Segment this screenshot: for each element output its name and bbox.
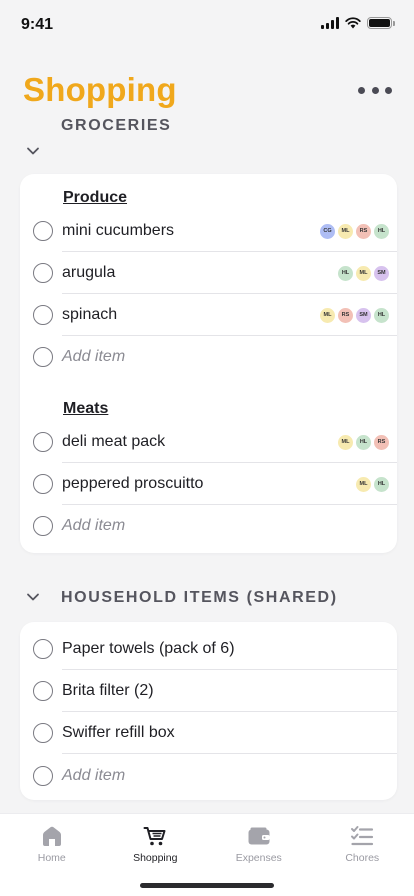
add-item-row[interactable]: Add item xyxy=(20,336,397,378)
assignee-badge: ML xyxy=(356,266,371,281)
household-card: Paper towels (pack of 6) Brita filter (2… xyxy=(20,622,397,800)
tab-label: Home xyxy=(37,852,66,864)
item-label: Brita filter (2) xyxy=(62,682,154,699)
add-item-row[interactable]: Add item xyxy=(20,755,397,797)
item-label: spinach xyxy=(62,306,118,323)
assignee-badge: SM xyxy=(374,266,389,281)
group-title-produce: Produce xyxy=(63,189,128,206)
status-time: 9:41 xyxy=(21,16,54,33)
battery-icon xyxy=(367,17,395,29)
tab-label: Expenses xyxy=(235,852,282,864)
page-title: Shopping xyxy=(23,71,177,108)
tab-shopping[interactable]: Shopping xyxy=(104,814,208,874)
checkbox[interactable] xyxy=(33,723,53,743)
assignee-badge: RS xyxy=(356,224,371,239)
tab-label: Chores xyxy=(345,852,380,864)
checkbox[interactable] xyxy=(33,474,53,494)
more-horizontal-icon xyxy=(358,86,365,94)
add-item-label: Add item xyxy=(62,767,126,784)
checkbox[interactable] xyxy=(33,347,53,367)
tab-chores[interactable]: Chores xyxy=(311,814,414,874)
status-icons xyxy=(321,17,395,29)
wallet-icon xyxy=(248,827,270,845)
tab-expenses[interactable]: Expenses xyxy=(207,814,311,874)
assignee-badge: RS xyxy=(374,435,389,450)
assignee-badge: RS xyxy=(338,308,353,323)
home-icon xyxy=(42,826,61,846)
list-item[interactable]: peppered proscuitto ML HL xyxy=(20,463,397,505)
checkbox[interactable] xyxy=(33,305,53,325)
list-item[interactable]: Brita filter (2) xyxy=(20,670,397,712)
assignee-badge: ML xyxy=(338,435,353,450)
assignee-badges: ML RS SM HL xyxy=(320,308,389,323)
assignee-badge: HL xyxy=(374,477,389,492)
add-item-label: Add item xyxy=(62,517,126,534)
list-item[interactable]: arugula HL ML SM xyxy=(20,252,397,294)
assignee-badges: ML HL xyxy=(356,477,389,492)
checkbox[interactable] xyxy=(33,516,53,536)
assignee-badge: ML xyxy=(320,308,335,323)
assignee-badges: ML HL RS xyxy=(338,435,389,450)
checkbox[interactable] xyxy=(33,263,53,283)
assignee-badges: HL ML SM xyxy=(338,266,389,281)
list-item[interactable]: spinach ML RS SM HL xyxy=(20,294,397,336)
assignee-badge: HL xyxy=(374,308,389,323)
group-title-meats: Meats xyxy=(63,400,109,417)
list-item[interactable]: Swiffer refill box xyxy=(20,712,397,754)
item-label: arugula xyxy=(62,264,116,281)
section-title-household: HOUSEHOLD ITEMS (SHARED) xyxy=(61,589,338,606)
status-bar: 9:41 xyxy=(0,0,414,50)
item-label: mini cucumbers xyxy=(62,222,175,239)
list-item[interactable]: Paper towels (pack of 6) xyxy=(20,628,397,670)
list-item[interactable]: mini cucumbers CG ML RS HL xyxy=(20,210,397,252)
section-title-groceries: GROCERIES xyxy=(61,117,172,134)
assignee-badge: HL xyxy=(374,224,389,239)
item-label: peppered proscuitto xyxy=(62,475,204,492)
assignee-badges: CG ML RS HL xyxy=(320,224,389,239)
assignee-badge: CG xyxy=(320,224,335,239)
checkbox[interactable] xyxy=(33,639,53,659)
checkbox[interactable] xyxy=(33,766,53,786)
assignee-badge: HL xyxy=(356,435,371,450)
home-indicator xyxy=(140,883,274,888)
checkbox[interactable] xyxy=(33,681,53,701)
add-item-label: Add item xyxy=(62,348,126,365)
checkbox[interactable] xyxy=(33,432,53,452)
list-item[interactable]: deli meat pack ML HL RS xyxy=(20,421,397,463)
add-item-row[interactable]: Add item xyxy=(20,505,397,547)
groceries-card: Produce mini cucumbers CG ML RS HL arugula … xyxy=(20,174,397,553)
chevron-down-icon[interactable] xyxy=(26,146,40,156)
tab-label: Shopping xyxy=(133,852,178,864)
assignee-badge: ML xyxy=(338,224,353,239)
item-label: Paper towels (pack of 6) xyxy=(62,640,235,657)
checkbox[interactable] xyxy=(33,221,53,241)
assignee-badge: ML xyxy=(356,477,371,492)
item-label: Swiffer refill box xyxy=(62,724,175,741)
assignee-badge: SM xyxy=(356,308,371,323)
wifi-icon xyxy=(345,17,361,29)
checklist-icon xyxy=(351,826,374,846)
more-options-button[interactable] xyxy=(358,80,392,100)
shopping-cart-icon xyxy=(143,827,166,846)
signal-icon xyxy=(321,17,339,29)
tab-home[interactable]: Home xyxy=(0,814,104,874)
assignee-badge: HL xyxy=(338,266,353,281)
chevron-down-icon[interactable] xyxy=(26,592,40,602)
item-label: deli meat pack xyxy=(62,433,166,450)
